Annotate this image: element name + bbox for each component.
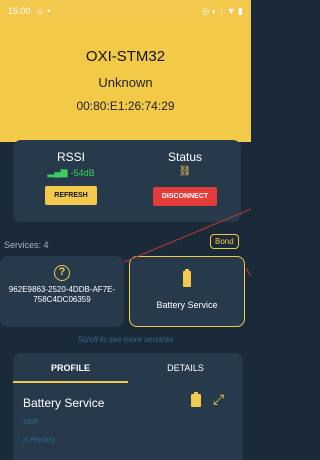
refresh-button[interactable]: REFRESH xyxy=(45,186,97,205)
link-icon: ⛓ xyxy=(178,166,192,177)
status-label: Status xyxy=(167,150,203,164)
tab-bar: PROFILE DETAILS xyxy=(13,353,243,383)
profile-primary: Is Primary xyxy=(23,437,55,444)
device-state: Unknown xyxy=(98,75,153,90)
device-mac: 00:80:E1:26:74:29 xyxy=(76,99,175,113)
disconnect-button[interactable]: DISCONNECT xyxy=(152,187,218,206)
profile-title: Battery Service xyxy=(23,396,105,410)
rssi-label: RSSI xyxy=(56,150,85,164)
tab-profile[interactable]: PROFILE xyxy=(13,353,128,383)
device-header: OXI-STM32 Unknown 00:80:E1:26:74:29 xyxy=(0,22,251,142)
battery-icon xyxy=(183,269,191,287)
scroll-hint: Scroll to see more services xyxy=(77,335,174,344)
services-count: Services: 4 xyxy=(4,240,49,250)
bond-button[interactable]: Bond xyxy=(210,234,239,249)
clipboard-icon[interactable] xyxy=(191,392,201,407)
system-icons: ◎ ◐ ↑ ▼ ▮ xyxy=(201,5,243,16)
status-bar: 15:00 ☺ • ◎ ◐ ↑ ▼ ▮ xyxy=(0,0,251,22)
connection-card: RSSI ▂▄▆ -54dB REFRESH Status ⛓ DISCONNE… xyxy=(13,140,241,222)
status-section: Status ⛓ DISCONNECT xyxy=(135,150,235,206)
question-icon: ? xyxy=(54,265,70,281)
profile-uuid: 180F xyxy=(23,419,39,426)
service-name: Battery Service xyxy=(156,300,218,310)
service-card-unknown[interactable]: ? 962E9863-2520-4DDB-AF7E-758C4DC06359 xyxy=(0,256,124,327)
annotation-line-2 xyxy=(245,267,251,277)
rssi-value: -54dB xyxy=(70,167,95,178)
profile-panel: PROFILE DETAILS Battery Service 180F Is … xyxy=(13,353,243,460)
rssi-section: RSSI ▂▄▆ -54dB REFRESH xyxy=(21,150,121,205)
rssi-value-row: ▂▄▆ -54dB xyxy=(21,167,121,178)
signal-icon: ▂▄▆ xyxy=(47,167,68,177)
tab-details[interactable]: DETAILS xyxy=(128,353,243,383)
clock: 15:00 xyxy=(8,6,31,16)
device-name: OXI-STM32 xyxy=(85,48,166,65)
service-card-battery[interactable]: Battery Service xyxy=(129,256,245,327)
service-uuid: 962E9863-2520-4DDB-AF7E-758C4DC06359 xyxy=(8,285,116,304)
notification-icons: ☺ • xyxy=(35,6,51,16)
expand-icon[interactable]: ⤢ xyxy=(213,391,224,408)
